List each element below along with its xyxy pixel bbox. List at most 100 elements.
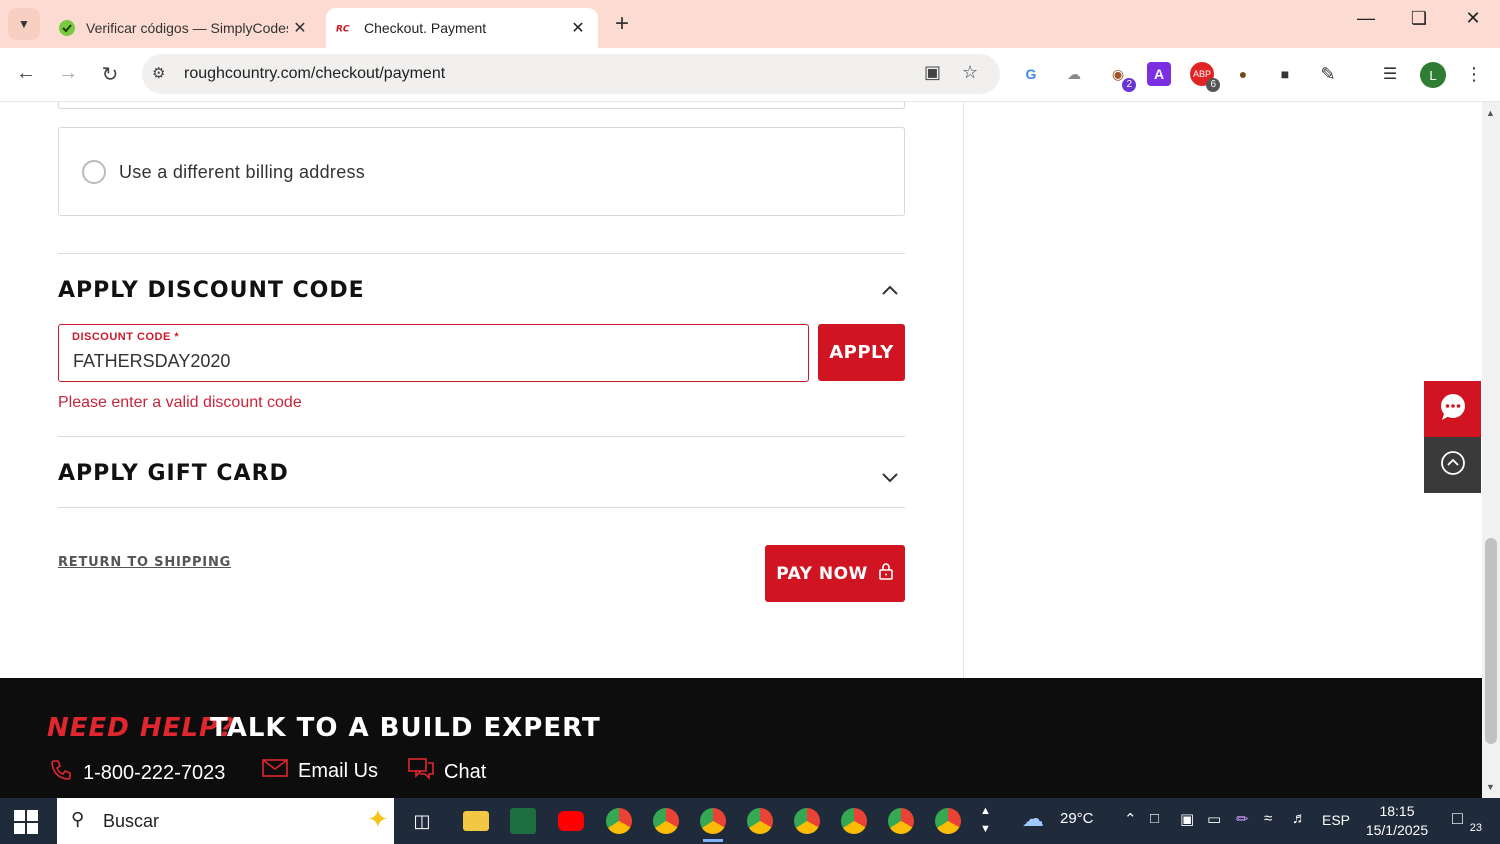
cookie-icon[interactable]: ●	[1231, 62, 1255, 86]
extension-badge: 2	[1122, 78, 1136, 92]
task-view-icon[interactable]: ◫	[402, 804, 442, 838]
file-explorer-icon[interactable]	[456, 804, 496, 838]
discount-section-title[interactable]: APPLY DISCOUNT CODE	[58, 278, 365, 303]
chrome-icon[interactable]	[787, 804, 827, 838]
discount-code-field[interactable]: DISCOUNT CODE *	[58, 324, 809, 382]
tab-checkout[interactable]: RC Checkout. Payment ✕	[326, 8, 598, 48]
taskbar-search[interactable]: ⚲ Buscar ✦	[57, 798, 394, 844]
chrome-icon[interactable]	[834, 804, 874, 838]
email-link[interactable]: Email Us	[262, 758, 378, 784]
battery-icon[interactable]: ▭	[1207, 810, 1221, 828]
close-icon[interactable]: ✕	[288, 18, 312, 38]
chat-bubble-icon	[1438, 393, 1468, 426]
discount-code-input[interactable]	[73, 351, 773, 372]
need-help-text: NEED HELP?	[47, 713, 236, 743]
chat-icon	[408, 758, 434, 786]
different-billing-option[interactable]: Use a different billing address	[58, 127, 905, 216]
pay-now-label: PAY NOW	[776, 563, 868, 584]
windows-taskbar: ⚲ Buscar ✦ ◫ ▲ ▼ ☁ 29°C ⌃ □ ▣ ▭ ✏ ≈ ♬ ESP…	[0, 798, 1500, 844]
scroll-to-top-button[interactable]	[1424, 437, 1481, 493]
close-window-icon[interactable]: ✕	[1453, 8, 1493, 29]
chrome-icon[interactable]	[693, 804, 733, 842]
cookie-extension-icon[interactable]: ◉ 2	[1106, 62, 1136, 92]
forward-icon[interactable]: →	[54, 62, 82, 85]
email-label: Email Us	[298, 759, 379, 782]
chat-link[interactable]: Chat	[408, 758, 486, 786]
phone-number: 1-800-222-7023	[83, 761, 226, 784]
chrome-icon[interactable]	[928, 804, 968, 838]
chrome-icon[interactable]	[881, 804, 921, 838]
address-bar[interactable]: ⚙ roughcountry.com/checkout/payment ▣ ☆	[142, 54, 1000, 94]
svg-text:RC: RC	[336, 25, 350, 34]
youtube-icon[interactable]	[551, 804, 591, 838]
new-tab-button[interactable]: +	[608, 10, 636, 38]
show-hidden-icons-icon[interactable]: ⌃	[1124, 810, 1137, 828]
simplycodes-icon	[58, 19, 76, 37]
extension-badge: 6	[1206, 78, 1220, 92]
chrome-icon[interactable]	[740, 804, 780, 838]
billing-radio[interactable]	[82, 160, 106, 184]
taskbar-search-text: Buscar	[103, 811, 160, 831]
discount-error-message: Please enter a valid discount code	[58, 394, 302, 411]
scroll-up-arrow-icon[interactable]: ▲	[1486, 108, 1495, 118]
notification-center-icon[interactable]: □ 23	[1452, 808, 1482, 834]
restore-icon[interactable]: ❏	[1399, 8, 1439, 29]
media-control-icon[interactable]: ☰	[1378, 62, 1402, 86]
tab-simplycodes[interactable]: Verificar códigos — SimplyCodes ✕	[48, 8, 320, 48]
pen-icon[interactable]: ✏	[1236, 810, 1249, 828]
search-icon: ⚲	[71, 809, 85, 829]
tray-app-icon[interactable]: □	[1150, 810, 1159, 827]
wifi-icon[interactable]: ≈	[1264, 810, 1272, 827]
language-indicator[interactable]: ESP	[1322, 812, 1350, 828]
minimize-icon[interactable]: —	[1346, 8, 1386, 29]
back-icon[interactable]: ←	[12, 62, 40, 85]
scroll-down-arrow-icon[interactable]: ▼	[1486, 782, 1495, 792]
close-icon[interactable]: ✕	[566, 18, 590, 38]
extension-icon[interactable]: ☁	[1062, 62, 1086, 86]
scroll-thumb[interactable]	[1485, 538, 1497, 744]
puzzle-extensions-icon[interactable]: ✎	[1316, 62, 1340, 86]
page-scrollbar[interactable]: ▲ ▼	[1482, 102, 1500, 798]
notification-count: 23	[1469, 822, 1482, 834]
gift-card-section-title[interactable]: APPLY GIFT CARD	[58, 461, 289, 486]
site-info-icon[interactable]: ⚙	[152, 64, 165, 82]
chat-widget-button[interactable]	[1424, 381, 1481, 437]
robot-extension-icon[interactable]: ■	[1273, 62, 1297, 86]
clock-time: 18:15	[1379, 803, 1415, 819]
chevron-up-icon[interactable]	[880, 280, 900, 301]
weather-cloud-icon[interactable]: ☁	[1022, 806, 1044, 832]
divider	[58, 507, 905, 508]
chevron-down-icon[interactable]	[880, 468, 900, 489]
excel-icon[interactable]	[503, 804, 543, 838]
phone-link[interactable]: 1-800-222-7023	[49, 758, 225, 788]
install-icon[interactable]: ▣	[924, 62, 941, 83]
abp-extension-icon[interactable]: ABP 6	[1190, 62, 1220, 92]
windows-start-icon[interactable]	[14, 810, 38, 834]
weather-temperature[interactable]: 29°C	[1060, 810, 1094, 827]
discount-code-label: DISCOUNT CODE *	[72, 331, 180, 343]
sparkle-icon: ✦	[367, 804, 389, 834]
billing-label: Use a different billing address	[119, 162, 366, 182]
volume-icon[interactable]: ♬	[1292, 810, 1307, 827]
reload-icon[interactable]: ↻	[96, 62, 124, 87]
pay-now-button[interactable]: PAY NOW	[765, 545, 905, 602]
return-to-shipping-link[interactable]: RETURN TO SHIPPING	[58, 555, 231, 570]
apply-discount-button[interactable]: APPLY	[818, 324, 905, 381]
roughcountry-icon: RC	[336, 19, 354, 37]
divider	[58, 253, 905, 254]
taskbar-scroll-arrows-icon[interactable]: ▲ ▼	[980, 802, 991, 838]
translate-extension-icon[interactable]: G	[1019, 62, 1043, 86]
arrow-up-circle-icon	[1440, 450, 1466, 481]
font-extension-icon[interactable]: A	[1147, 62, 1171, 86]
clock-date: 15/1/2025	[1365, 822, 1429, 838]
previous-option-box[interactable]	[58, 102, 905, 109]
more-menu-icon[interactable]: ⋮	[1462, 62, 1486, 86]
chrome-icon[interactable]	[599, 804, 639, 838]
clock[interactable]: 18:15 15/1/2025	[1362, 802, 1432, 840]
tab-search-button[interactable]: ▼	[8, 8, 40, 40]
bookmark-star-icon[interactable]: ☆	[962, 62, 978, 83]
chrome-icon[interactable]	[646, 804, 686, 838]
profile-avatar[interactable]: L	[1420, 62, 1446, 88]
chat-label: Chat	[444, 760, 487, 783]
meet-icon[interactable]: ▣	[1180, 810, 1194, 828]
